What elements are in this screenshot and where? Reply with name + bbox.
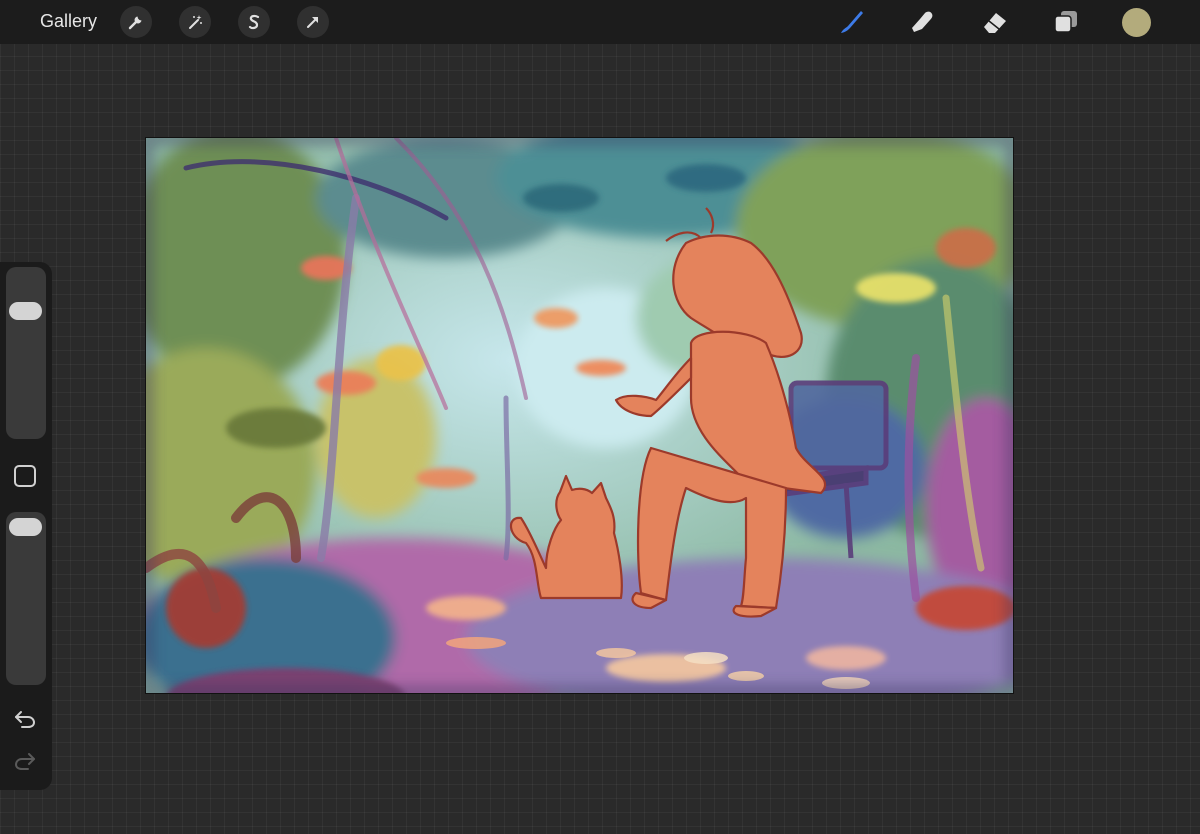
canvas[interactable] — [145, 137, 1014, 694]
brush-size-slider-thumb[interactable] — [9, 301, 42, 320]
wrench-icon — [128, 16, 142, 30]
redo-button[interactable] — [13, 750, 37, 772]
smudge-tool-button[interactable] — [908, 7, 938, 37]
gallery-button[interactable]: Gallery — [40, 11, 97, 32]
undo-button[interactable] — [13, 708, 37, 730]
transform-button[interactable] — [297, 6, 329, 38]
redo-icon — [14, 753, 35, 770]
brush-icon — [841, 11, 863, 33]
painting — [146, 138, 1013, 693]
undo-icon — [15, 711, 36, 728]
arrow-cursor-icon — [307, 17, 318, 28]
opacity-slider[interactable] — [6, 512, 46, 685]
left-sidebar — [0, 262, 52, 790]
brush-size-slider[interactable] — [6, 267, 46, 439]
selection-s-icon — [248, 14, 260, 30]
modifier-square-icon[interactable] — [14, 465, 36, 487]
layers-icon — [1054, 11, 1077, 33]
layers-button[interactable] — [1051, 7, 1081, 37]
color-picker-button[interactable] — [1122, 8, 1151, 37]
selection-button[interactable] — [238, 6, 270, 38]
smudge-finger-icon — [912, 11, 933, 32]
brush-tool-button[interactable] — [836, 7, 866, 37]
eraser-tool-button[interactable] — [980, 7, 1010, 37]
eraser-icon — [984, 13, 1006, 33]
opacity-slider-thumb[interactable] — [9, 518, 42, 536]
magic-wand-icon — [189, 15, 202, 29]
top-toolbar: Gallery — [0, 0, 1200, 44]
adjustments-button[interactable] — [179, 6, 211, 38]
actions-button[interactable] — [120, 6, 152, 38]
